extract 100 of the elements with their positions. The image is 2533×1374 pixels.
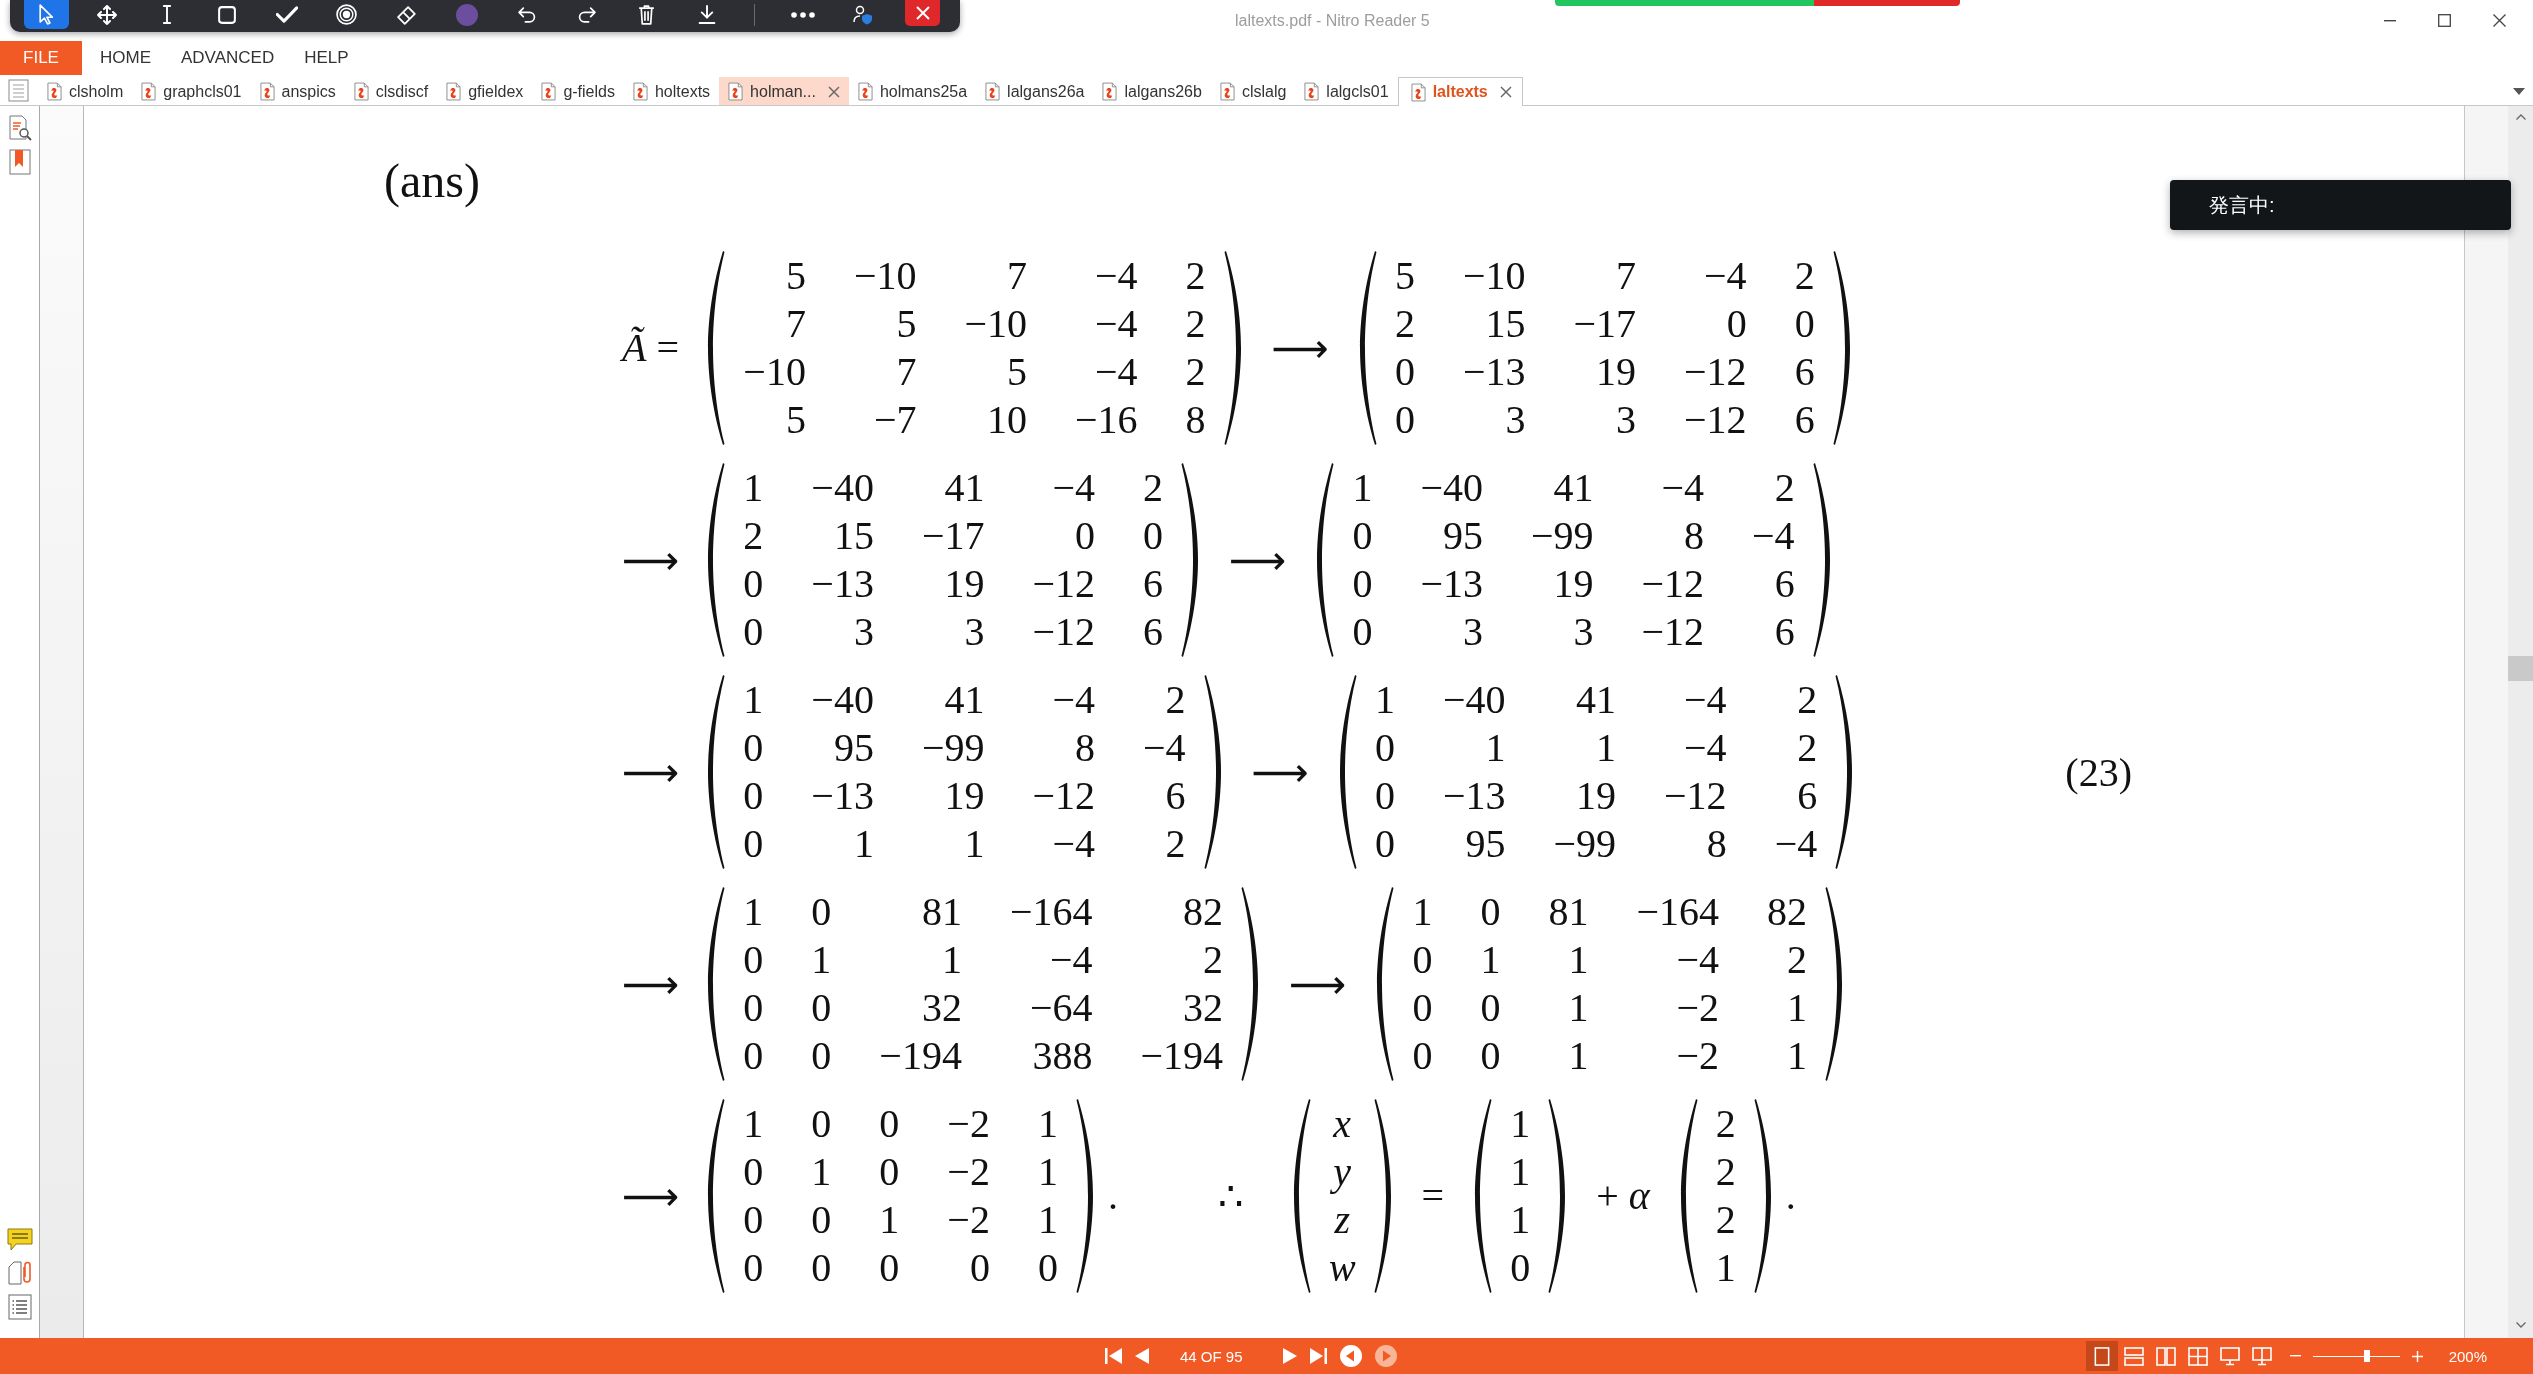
scrollbar[interactable] xyxy=(2508,106,2533,1338)
matrix-entry: 7 xyxy=(1615,252,1637,300)
matrix-entry: 0 xyxy=(1352,608,1373,656)
matrix-entry: 0 xyxy=(1394,348,1415,396)
pdf-file-icon xyxy=(1102,82,1118,101)
minimize-icon[interactable] xyxy=(2384,19,2396,22)
matrix-entry: −99 xyxy=(1530,512,1594,560)
pdf-file-icon xyxy=(141,82,157,101)
matrix-entry: 95 xyxy=(832,724,874,772)
document-tab[interactable]: lalgans26b xyxy=(1093,77,1211,105)
arrow-symbol: ⟶ xyxy=(622,1173,680,1219)
math-symbol: Ã = xyxy=(622,325,679,370)
matrix-entry: 2 xyxy=(1143,464,1164,512)
matrix-entry: −99 xyxy=(921,724,985,772)
pdf-file-icon xyxy=(541,82,557,101)
list-icon[interactable] xyxy=(7,1294,32,1320)
scroll-down-icon[interactable] xyxy=(2515,1322,2526,1328)
matrix-entry: 1 xyxy=(1037,1148,1058,1196)
document-tab[interactable]: clsholm xyxy=(38,77,133,105)
matrix-entry: 2 xyxy=(1164,820,1186,868)
select-tool-button[interactable] xyxy=(24,0,69,29)
caret-icon[interactable] xyxy=(2513,88,2525,95)
matrix-entry: 1 xyxy=(1352,464,1373,512)
matrix-entry: 7 xyxy=(1006,252,1028,300)
page-search-icon[interactable] xyxy=(7,115,32,141)
matrix-entry: 2 xyxy=(1796,676,1818,724)
matrix-entry: 5 xyxy=(784,396,806,444)
matrix-entry: −4 xyxy=(1703,252,1747,300)
pdf-file-icon xyxy=(985,82,1001,101)
document-tab[interactable]: clsdiscf xyxy=(344,77,438,105)
text-cursor-icon xyxy=(161,5,172,24)
document-tab[interactable]: laltexts xyxy=(1397,77,1523,106)
matrix-entry: 1 xyxy=(1510,1100,1531,1148)
matrix-entry: 95 xyxy=(1464,820,1506,868)
document-tab[interactable]: holtexts xyxy=(623,77,720,105)
maximize-icon[interactable] xyxy=(2438,14,2451,27)
scroll-up-icon[interactable] xyxy=(2515,114,2526,120)
matrix-entry: −4 xyxy=(1051,676,1096,724)
matrix-entry: −10 xyxy=(1462,252,1526,300)
matrix-entry: −4 xyxy=(1051,464,1096,512)
matrix-entry: −4 xyxy=(1675,936,1719,984)
matrix-entry: 19 xyxy=(943,772,985,820)
document-tab[interactable]: clslalg xyxy=(1210,77,1296,105)
matrix-entry: 2 xyxy=(1715,1100,1736,1148)
matrix-entry: −64 xyxy=(1028,984,1093,1032)
menu-tab[interactable]: HOME xyxy=(85,41,166,75)
last-page-icon[interactable] xyxy=(1309,1348,1327,1364)
matrix-entry: −40 xyxy=(811,676,874,724)
bookmark-icon[interactable] xyxy=(8,149,31,175)
matrix-entry: 0 xyxy=(1143,512,1164,560)
document-tab[interactable]: lalgcls01 xyxy=(1295,77,1398,105)
next-page-icon[interactable] xyxy=(1282,1348,1297,1364)
document-tab[interactable]: anspics xyxy=(250,77,345,105)
attachment-icon[interactable] xyxy=(7,1260,32,1286)
scrollbar-thumb[interactable] xyxy=(2508,656,2533,681)
matrix-entry: 6 xyxy=(1796,772,1818,820)
matrix-entry: 2 xyxy=(1773,464,1795,512)
matrix-entry: 19 xyxy=(1575,772,1617,820)
close-icon[interactable] xyxy=(1499,86,1512,98)
matrix-entry: −12 xyxy=(1032,608,1096,656)
matrix-entry: 1 xyxy=(811,1148,832,1196)
back-view-icon[interactable] xyxy=(1339,1345,1362,1367)
matrix-entry: 1 xyxy=(1567,984,1589,1032)
redo-icon xyxy=(577,6,596,23)
matrix-entry: −99 xyxy=(1553,820,1617,868)
matrix-entry: z xyxy=(1333,1196,1352,1244)
matrix-entry: 0 xyxy=(968,1244,990,1292)
document-tab[interactable]: graphcls01 xyxy=(132,77,251,105)
therefore-symbol: ∴ xyxy=(1217,1172,1243,1220)
matrix-entry: 2 xyxy=(1202,936,1224,984)
zoom-in-icon[interactable] xyxy=(2411,1350,2423,1362)
matrix-entry: 0 xyxy=(811,984,832,1032)
matrix-entry: −13 xyxy=(1462,348,1526,396)
view-mode-button[interactable] xyxy=(2085,1341,2118,1371)
previous-page-icon[interactable] xyxy=(1135,1348,1149,1364)
move-arrows-icon xyxy=(96,4,117,25)
slider-thumb[interactable] xyxy=(2363,1350,2370,1362)
document-tab[interactable]: holmans25a xyxy=(848,77,977,105)
matrix-entry: −164 xyxy=(1636,888,1719,936)
menu-tab[interactable]: HELP xyxy=(289,41,364,75)
matrix-entry: 15 xyxy=(832,512,874,560)
document-tab[interactable]: g-fields xyxy=(532,77,624,105)
matrix-entry: 2 xyxy=(1185,252,1206,300)
matrix-entry: 0 xyxy=(743,984,764,1032)
document-tab[interactable]: lalgans26a xyxy=(976,77,1094,105)
eraser-icon xyxy=(396,4,417,25)
document-tab[interactable]: gfieldex xyxy=(437,77,533,105)
matrix-entry: 82 xyxy=(1766,888,1807,936)
document-tab[interactable]: holman... xyxy=(719,77,849,105)
close-toolbar-button[interactable] xyxy=(905,0,940,26)
comment-icon[interactable] xyxy=(6,1228,33,1252)
close-icon[interactable] xyxy=(2493,14,2506,27)
matrix-entry: −194 xyxy=(1140,1032,1224,1080)
menu-tab[interactable]: ADVANCED xyxy=(166,41,290,75)
matrix-entry: 2 xyxy=(1715,1196,1736,1244)
first-page-icon[interactable] xyxy=(1105,1348,1122,1364)
close-icon[interactable] xyxy=(827,85,840,98)
square-icon xyxy=(217,5,236,24)
matrix-entry: 2 xyxy=(1394,300,1415,348)
matrix-entry: −4 xyxy=(1774,820,1818,868)
